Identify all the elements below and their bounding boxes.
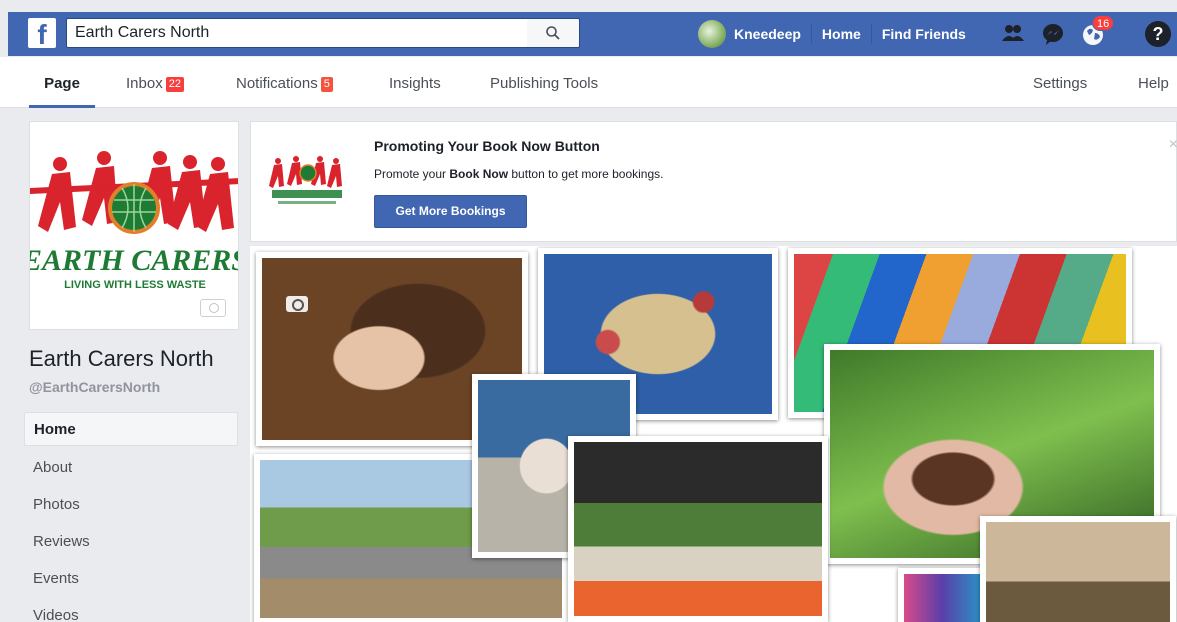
notification-count-badge: 16 <box>1092 15 1115 31</box>
get-more-bookings-button[interactable]: Get More Bookings <box>374 195 527 228</box>
help-question-icon[interactable]: ? <box>1145 21 1171 47</box>
find-friends-link[interactable]: Find Friends <box>870 24 976 44</box>
tab-label: Page <box>44 75 80 92</box>
worm-farm-photo <box>980 516 1176 622</box>
tab-insights[interactable]: Insights <box>389 57 441 107</box>
tab-settings[interactable]: Settings <box>1033 57 1087 107</box>
promo-description: Promote your Book Now button to get more… <box>374 167 664 181</box>
sidebar-item-videos[interactable]: Videos <box>24 597 238 622</box>
sidebar-item-photos[interactable]: Photos <box>24 486 238 523</box>
facebook-logo-icon[interactable]: f <box>28 18 56 48</box>
page-title: Earth Carers North <box>29 346 214 371</box>
earth-carers-logo: EARTH CARERS LIVING WITH LESS WASTE <box>30 151 239 291</box>
search-icon <box>546 26 560 40</box>
logo-tagline-text: LIVING WITH LESS WASTE <box>64 279 206 291</box>
tab-help[interactable]: Help <box>1138 57 1169 107</box>
sidebar-item-home[interactable]: Home <box>24 412 238 446</box>
tab-page[interactable]: Page <box>29 57 95 108</box>
camera-icon[interactable] <box>200 299 226 317</box>
sidebar-item-events[interactable]: Events <box>24 560 238 597</box>
tab-label: Insights <box>389 75 441 92</box>
tab-label: Help <box>1138 75 1169 92</box>
messenger-icon[interactable] <box>1040 21 1066 47</box>
tab-label: Publishing Tools <box>490 75 599 92</box>
inbox-count-badge: 22 <box>165 77 184 92</box>
close-icon[interactable]: × <box>1169 136 1177 154</box>
jewel-icons: 16 <box>1000 12 1120 56</box>
search-input[interactable]: Earth Carers North <box>66 18 530 48</box>
camera-icon[interactable] <box>286 296 308 312</box>
avatar[interactable] <box>698 20 726 48</box>
search-button[interactable] <box>527 18 580 48</box>
notifications-globe-icon[interactable]: 16 <box>1080 15 1115 47</box>
page-username[interactable]: @EarthCarersNorth <box>29 379 160 395</box>
top-navigation: f Earth Carers North Kneedeep Home Find … <box>0 0 1177 57</box>
page-tab-bar: Page Inbox 22 Notifications 5 Insights Pub… <box>0 57 1177 108</box>
sidebar-item-reviews[interactable]: Reviews <box>24 523 238 560</box>
tab-label: Notifications <box>236 75 318 92</box>
tab-label: Inbox <box>126 75 163 92</box>
sidebar-item-about[interactable]: About <box>24 449 238 486</box>
market-produce-photo <box>568 436 828 622</box>
logo-title-text: EARTH CARERS <box>30 244 239 277</box>
promo-title: Promoting Your Book Now Button <box>374 138 600 154</box>
colourful-items-photo <box>898 568 986 622</box>
notifications-count-badge: 5 <box>320 77 333 92</box>
promo-logo-thumbnail <box>269 156 342 204</box>
friend-requests-icon[interactable] <box>1000 21 1026 47</box>
tab-publishing-tools[interactable]: Publishing Tools <box>490 57 598 107</box>
tab-label: Settings <box>1033 75 1088 92</box>
page-sidebar-nav: Home About Photos Reviews Events Videos <box>24 412 238 622</box>
blue-header-bar: f Earth Carers North Kneedeep Home Find … <box>8 12 1177 56</box>
profile-link[interactable]: Kneedeep <box>734 24 811 44</box>
profile-nav: Kneedeep Home Find Friends <box>698 12 976 56</box>
home-link[interactable]: Home <box>810 24 871 44</box>
cover-photo-collage[interactable] <box>250 246 1177 622</box>
tab-notifications[interactable]: Notifications 5 <box>236 57 333 107</box>
profile-picture[interactable]: EARTH CARERS LIVING WITH LESS WASTE <box>29 121 239 330</box>
promotion-card: Promoting Your Book Now Button Promote y… <box>250 121 1177 242</box>
tab-inbox[interactable]: Inbox 22 <box>126 57 184 107</box>
